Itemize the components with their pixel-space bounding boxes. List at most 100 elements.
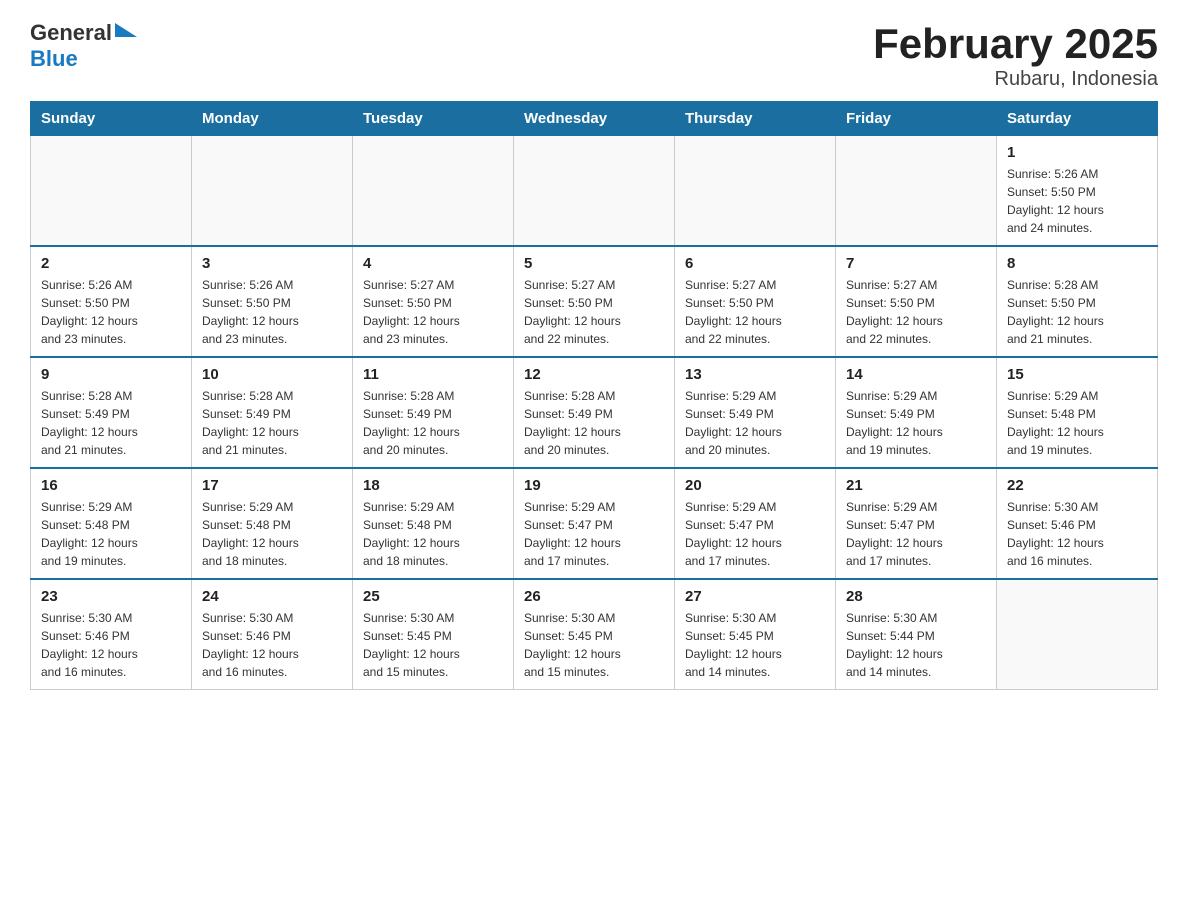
day-number: 14 — [846, 366, 986, 383]
day-of-week-header: Thursday — [675, 102, 836, 136]
day-number: 19 — [524, 477, 664, 494]
day-number: 24 — [202, 588, 342, 605]
day-number: 27 — [685, 588, 825, 605]
calendar-day-cell: 16 Sunrise: 5:29 AMSunset: 5:48 PMDayligh… — [31, 468, 192, 579]
day-of-week-header: Friday — [836, 102, 997, 136]
calendar-day-cell: 3 Sunrise: 5:26 AMSunset: 5:50 PMDaylight… — [192, 246, 353, 357]
calendar-day-cell: 24 Sunrise: 5:30 AMSunset: 5:46 PMDayligh… — [192, 579, 353, 690]
day-info: Sunrise: 5:29 AMSunset: 5:48 PMDaylight:… — [1007, 387, 1147, 459]
calendar-week-row: 23 Sunrise: 5:30 AMSunset: 5:46 PMDayligh… — [31, 579, 1158, 690]
day-number: 12 — [524, 366, 664, 383]
day-info: Sunrise: 5:30 AMSunset: 5:45 PMDaylight:… — [685, 609, 825, 681]
day-number: 17 — [202, 477, 342, 494]
day-number: 3 — [202, 255, 342, 272]
calendar-day-cell: 15 Sunrise: 5:29 AMSunset: 5:48 PMDayligh… — [997, 357, 1158, 468]
day-number: 2 — [41, 255, 181, 272]
calendar-subtitle: Rubaru, Indonesia — [873, 68, 1158, 91]
calendar-title: February 2025 — [873, 20, 1158, 68]
calendar-day-cell: 11 Sunrise: 5:28 AMSunset: 5:49 PMDayligh… — [353, 357, 514, 468]
calendar-day-cell: 14 Sunrise: 5:29 AMSunset: 5:49 PMDayligh… — [836, 357, 997, 468]
calendar-day-cell: 28 Sunrise: 5:30 AMSunset: 5:44 PMDayligh… — [836, 579, 997, 690]
calendar-day-cell: 6 Sunrise: 5:27 AMSunset: 5:50 PMDaylight… — [675, 246, 836, 357]
calendar-day-cell — [353, 136, 514, 247]
calendar-day-cell: 13 Sunrise: 5:29 AMSunset: 5:49 PMDayligh… — [675, 357, 836, 468]
day-number: 23 — [41, 588, 181, 605]
day-of-week-header: Saturday — [997, 102, 1158, 136]
day-info: Sunrise: 5:29 AMSunset: 5:49 PMDaylight:… — [685, 387, 825, 459]
day-info: Sunrise: 5:29 AMSunset: 5:48 PMDaylight:… — [363, 498, 503, 570]
logo: General Blue — [30, 20, 137, 72]
day-info: Sunrise: 5:30 AMSunset: 5:44 PMDaylight:… — [846, 609, 986, 681]
day-info: Sunrise: 5:28 AMSunset: 5:49 PMDaylight:… — [524, 387, 664, 459]
calendar-day-cell: 2 Sunrise: 5:26 AMSunset: 5:50 PMDaylight… — [31, 246, 192, 357]
day-info: Sunrise: 5:30 AMSunset: 5:45 PMDaylight:… — [363, 609, 503, 681]
day-info: Sunrise: 5:29 AMSunset: 5:49 PMDaylight:… — [846, 387, 986, 459]
day-of-week-header: Monday — [192, 102, 353, 136]
calendar-day-cell: 17 Sunrise: 5:29 AMSunset: 5:48 PMDayligh… — [192, 468, 353, 579]
day-info: Sunrise: 5:29 AMSunset: 5:48 PMDaylight:… — [202, 498, 342, 570]
day-info: Sunrise: 5:29 AMSunset: 5:47 PMDaylight:… — [524, 498, 664, 570]
day-info: Sunrise: 5:30 AMSunset: 5:46 PMDaylight:… — [41, 609, 181, 681]
day-number: 10 — [202, 366, 342, 383]
calendar-day-cell: 5 Sunrise: 5:27 AMSunset: 5:50 PMDaylight… — [514, 246, 675, 357]
calendar-day-cell: 23 Sunrise: 5:30 AMSunset: 5:46 PMDayligh… — [31, 579, 192, 690]
day-info: Sunrise: 5:26 AMSunset: 5:50 PMDaylight:… — [41, 276, 181, 348]
calendar-day-cell: 22Sunrise: 5:30 AMSunset: 5:46 PMDayligh… — [997, 468, 1158, 579]
day-info: Sunrise: 5:26 AMSunset: 5:50 PMDaylight:… — [1007, 165, 1147, 237]
calendar-day-cell: 20 Sunrise: 5:29 AMSunset: 5:47 PMDayligh… — [675, 468, 836, 579]
logo-triangle-icon — [115, 23, 137, 37]
day-number: 16 — [41, 477, 181, 494]
day-info: Sunrise: 5:28 AMSunset: 5:49 PMDaylight:… — [363, 387, 503, 459]
day-info: Sunrise: 5:29 AMSunset: 5:48 PMDaylight:… — [41, 498, 181, 570]
day-number: 21 — [846, 477, 986, 494]
day-info: Sunrise: 5:27 AMSunset: 5:50 PMDaylight:… — [846, 276, 986, 348]
day-info: Sunrise: 5:27 AMSunset: 5:50 PMDaylight:… — [685, 276, 825, 348]
day-info: Sunrise: 5:30 AMSunset: 5:46 PMDaylight:… — [202, 609, 342, 681]
day-info: Sunrise: 5:27 AMSunset: 5:50 PMDaylight:… — [524, 276, 664, 348]
day-info: Sunrise: 5:29 AMSunset: 5:47 PMDaylight:… — [846, 498, 986, 570]
day-info: Sunrise: 5:27 AMSunset: 5:50 PMDaylight:… — [363, 276, 503, 348]
day-number: 5 — [524, 255, 664, 272]
day-info: Sunrise: 5:26 AMSunset: 5:50 PMDaylight:… — [202, 276, 342, 348]
calendar-day-cell: 8 Sunrise: 5:28 AMSunset: 5:50 PMDaylight… — [997, 246, 1158, 357]
day-number: 15 — [1007, 366, 1147, 383]
calendar-header-row: SundayMondayTuesdayWednesdayThursdayFrid… — [31, 102, 1158, 136]
day-info: Sunrise: 5:28 AMSunset: 5:49 PMDaylight:… — [202, 387, 342, 459]
day-number: 20 — [685, 477, 825, 494]
calendar-day-cell: 19 Sunrise: 5:29 AMSunset: 5:47 PMDayligh… — [514, 468, 675, 579]
calendar-day-cell: 10 Sunrise: 5:28 AMSunset: 5:49 PMDayligh… — [192, 357, 353, 468]
title-area: February 2025 Rubaru, Indonesia — [873, 20, 1158, 91]
day-number: 18 — [363, 477, 503, 494]
calendar-day-cell: 25 Sunrise: 5:30 AMSunset: 5:45 PMDayligh… — [353, 579, 514, 690]
day-info: Sunrise: 5:29 AMSunset: 5:47 PMDaylight:… — [685, 498, 825, 570]
day-number: 28 — [846, 588, 986, 605]
day-info: Sunrise: 5:30 AMSunset: 5:46 PMDaylight:… — [1007, 498, 1147, 570]
day-info: Sunrise: 5:28 AMSunset: 5:50 PMDaylight:… — [1007, 276, 1147, 348]
calendar-day-cell: 18 Sunrise: 5:29 AMSunset: 5:48 PMDayligh… — [353, 468, 514, 579]
day-of-week-header: Wednesday — [514, 102, 675, 136]
logo-blue-text: Blue — [30, 46, 78, 71]
calendar-day-cell — [192, 136, 353, 247]
calendar-week-row: 2 Sunrise: 5:26 AMSunset: 5:50 PMDaylight… — [31, 246, 1158, 357]
day-number: 25 — [363, 588, 503, 605]
calendar-day-cell: 7Sunrise: 5:27 AMSunset: 5:50 PMDaylight… — [836, 246, 997, 357]
day-number: 26 — [524, 588, 664, 605]
day-number: 6 — [685, 255, 825, 272]
calendar-day-cell: 12 Sunrise: 5:28 AMSunset: 5:49 PMDayligh… — [514, 357, 675, 468]
day-of-week-header: Tuesday — [353, 102, 514, 136]
calendar-day-cell: 1Sunrise: 5:26 AMSunset: 5:50 PMDaylight… — [997, 136, 1158, 247]
calendar-day-cell — [997, 579, 1158, 690]
day-number: 13 — [685, 366, 825, 383]
calendar-day-cell: 26Sunrise: 5:30 AMSunset: 5:45 PMDayligh… — [514, 579, 675, 690]
day-number: 11 — [363, 366, 503, 383]
calendar-week-row: 9 Sunrise: 5:28 AMSunset: 5:49 PMDaylight… — [31, 357, 1158, 468]
page-header: General Blue February 2025 Rubaru, Indon… — [30, 20, 1158, 91]
calendar-day-cell — [31, 136, 192, 247]
day-number: 8 — [1007, 255, 1147, 272]
day-of-week-header: Sunday — [31, 102, 192, 136]
day-number: 9 — [41, 366, 181, 383]
calendar-day-cell — [836, 136, 997, 247]
day-number: 4 — [363, 255, 503, 272]
day-info: Sunrise: 5:28 AMSunset: 5:49 PMDaylight:… — [41, 387, 181, 459]
logo-general-text: General — [30, 20, 112, 46]
